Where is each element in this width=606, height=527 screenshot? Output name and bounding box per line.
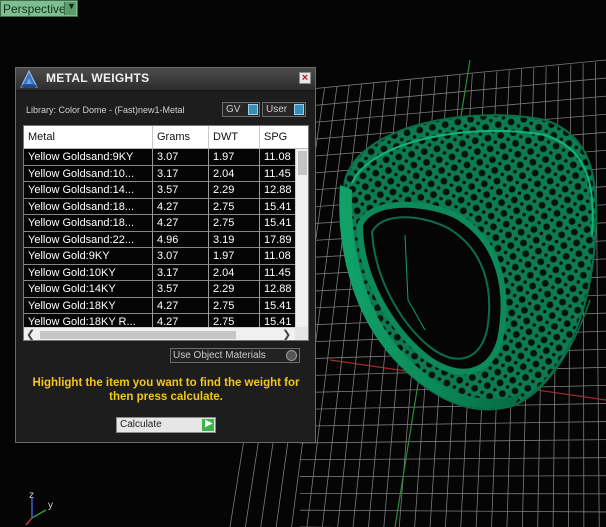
cell-metal: Yellow Gold:14KY [24, 281, 153, 297]
cell-dwt: 2.29 [209, 182, 260, 198]
cell-dwt: 2.75 [209, 198, 260, 215]
cell-dwt: 1.97 [209, 248, 260, 264]
cell-grams: 3.57 [153, 182, 209, 198]
cell-dwt: 1.97 [209, 149, 260, 165]
metal-table: Metal Grams DWT SPG Yellow Goldsand:9KY 3… [23, 125, 309, 341]
vertical-scroll-thumb[interactable] [298, 151, 307, 175]
cell-dwt: 2.29 [209, 281, 260, 297]
table-row[interactable]: Yellow Gold:14KY 3.57 2.29 12.88 [24, 281, 308, 298]
table-row[interactable]: Yellow Gold:9KY 3.07 1.97 11.08 [24, 248, 308, 265]
column-header-dwt[interactable]: DWT [209, 126, 260, 148]
vertical-scrollbar[interactable] [295, 149, 308, 327]
toggle-switch-icon [294, 104, 304, 115]
cell-dwt: 2.75 [209, 297, 260, 314]
library-label: Library: Color Dome - (Fast)new1-Metal [26, 105, 185, 115]
column-header-grams[interactable]: Grams [153, 126, 209, 148]
table-header: Metal Grams DWT SPG [24, 126, 308, 149]
table-row[interactable]: Yellow Goldsand:18... 4.27 2.75 15.41 [24, 215, 308, 232]
table-row[interactable]: Yellow Gold:10KY 3.17 2.04 11.45 [24, 264, 308, 281]
instruction-text: Highlight the item you want to find the … [32, 377, 300, 403]
cell-metal: Yellow Goldsand:18... [24, 215, 153, 231]
toggle-switch-icon [248, 104, 258, 115]
radio-icon [286, 350, 297, 361]
use-object-materials-toggle[interactable]: Use Object Materials [170, 348, 300, 363]
cell-dwt: 2.04 [209, 264, 260, 281]
horizontal-scroll-thumb[interactable] [40, 331, 236, 339]
column-header-spg[interactable]: SPG [260, 126, 308, 148]
use-object-materials-label: Use Object Materials [173, 350, 266, 361]
axis-triad: z y [25, 490, 53, 526]
cell-grams: 3.17 [153, 165, 209, 182]
cell-grams: 3.57 [153, 281, 209, 297]
column-header-metal[interactable]: Metal [24, 126, 153, 148]
gv-toggle[interactable]: GV [222, 102, 260, 117]
scroll-corner [295, 327, 308, 340]
chevron-down-icon[interactable]: ▼ [64, 1, 76, 15]
horizontal-scrollbar[interactable]: ❮ ❯ [24, 327, 308, 340]
cell-metal: Yellow Gold:18KY [24, 297, 153, 314]
cell-grams: 4.27 [153, 297, 209, 314]
calculate-label: Calculate [120, 419, 162, 430]
axis-z-label: z [29, 490, 34, 501]
cell-metal: Yellow Goldsand:10... [24, 165, 153, 182]
table-row[interactable]: Yellow Goldsand:22... 4.96 3.19 17.89 [24, 231, 308, 248]
cell-grams: 4.27 [153, 215, 209, 231]
cell-metal: Yellow Goldsand:14... [24, 182, 153, 198]
scroll-right-icon[interactable]: ❯ [282, 328, 291, 340]
cell-dwt: 3.19 [209, 231, 260, 248]
cell-grams: 3.07 [153, 149, 209, 165]
close-button[interactable]: × [299, 72, 311, 84]
close-icon: × [301, 72, 309, 84]
viewport-view-label: Perspective [3, 2, 66, 16]
calculate-button[interactable]: Calculate ▶ [116, 417, 216, 433]
scroll-left-icon[interactable]: ❮ [26, 328, 35, 340]
panel-title: METAL WEIGHTS [46, 71, 150, 85]
cell-grams: 3.07 [153, 248, 209, 264]
table-row[interactable]: Yellow Goldsand:10... 3.17 2.04 11.45 [24, 165, 308, 182]
cell-metal: Yellow Goldsand:9KY [24, 149, 153, 165]
user-toggle[interactable]: User [262, 102, 306, 117]
gv-toggle-label: GV [226, 104, 241, 115]
metal-weights-logo-icon [20, 69, 38, 88]
cell-metal: Yellow Goldsand:22... [24, 231, 153, 248]
cell-metal: Yellow Gold:9KY [24, 248, 153, 264]
viewport-view-dropdown[interactable]: Perspective ▼ [0, 0, 78, 17]
table-body: Yellow Goldsand:9KY 3.07 1.97 11.08 Yellow G… [24, 149, 308, 331]
cell-grams: 4.96 [153, 231, 209, 248]
cell-grams: 4.27 [153, 198, 209, 215]
cell-dwt: 2.04 [209, 165, 260, 182]
table-row[interactable]: Yellow Goldsand:9KY 3.07 1.97 11.08 [24, 149, 308, 166]
cell-metal: Yellow Goldsand:18... [24, 198, 153, 215]
panel-titlebar[interactable]: METAL WEIGHTS × [16, 68, 315, 91]
cell-dwt: 2.75 [209, 215, 260, 231]
table-row[interactable]: Yellow Gold:18KY 4.27 2.75 15.41 [24, 297, 308, 314]
table-row[interactable]: Yellow Goldsand:14... 3.57 2.29 12.88 [24, 182, 308, 199]
cell-metal: Yellow Gold:10KY [24, 264, 153, 281]
ring-model[interactable] [339, 114, 598, 411]
play-icon: ▶ [202, 418, 214, 431]
user-toggle-label: User [266, 104, 288, 115]
cell-grams: 3.17 [153, 264, 209, 281]
axis-y-label: y [48, 500, 53, 511]
metal-weights-panel: METAL WEIGHTS × Library: Color Dome - (F… [15, 67, 316, 443]
table-row[interactable]: Yellow Goldsand:18... 4.27 2.75 15.41 [24, 198, 308, 215]
